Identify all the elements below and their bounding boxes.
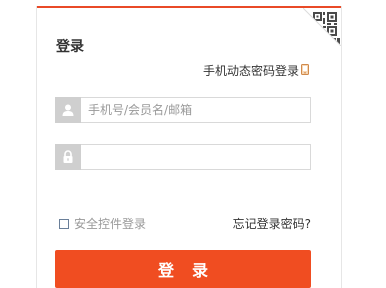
lock-icon (55, 144, 81, 170)
top-accent-bar (37, 6, 341, 8)
username-input[interactable] (88, 101, 300, 119)
safe-control-checkbox[interactable] (59, 218, 69, 229)
user-icon (55, 97, 81, 123)
safe-control-label: 安全控件登录 (74, 217, 147, 231)
password-field (55, 144, 311, 170)
forgot-password-link[interactable]: 忘记登录密码? (233, 215, 311, 232)
login-panel: 登录 手机动态密码登录 手机号/会员名/邮箱 安全控件登录 忘记登录密码? 登录 (36, 6, 342, 288)
options-row: 安全控件登录 忘记登录密码? (59, 215, 311, 233)
safe-control-option[interactable]: 安全控件登录 (59, 215, 146, 232)
password-input[interactable] (88, 148, 300, 166)
username-field (55, 97, 311, 123)
mobile-login-link[interactable]: 手机动态密码登录 (203, 62, 309, 79)
login-button[interactable]: 登录 (55, 250, 311, 288)
mobile-login-label: 手机动态密码登录 (202, 64, 299, 78)
login-title: 登录 (56, 39, 84, 55)
qr-code-icon[interactable] (303, 8, 341, 46)
phone-icon (301, 63, 309, 78)
